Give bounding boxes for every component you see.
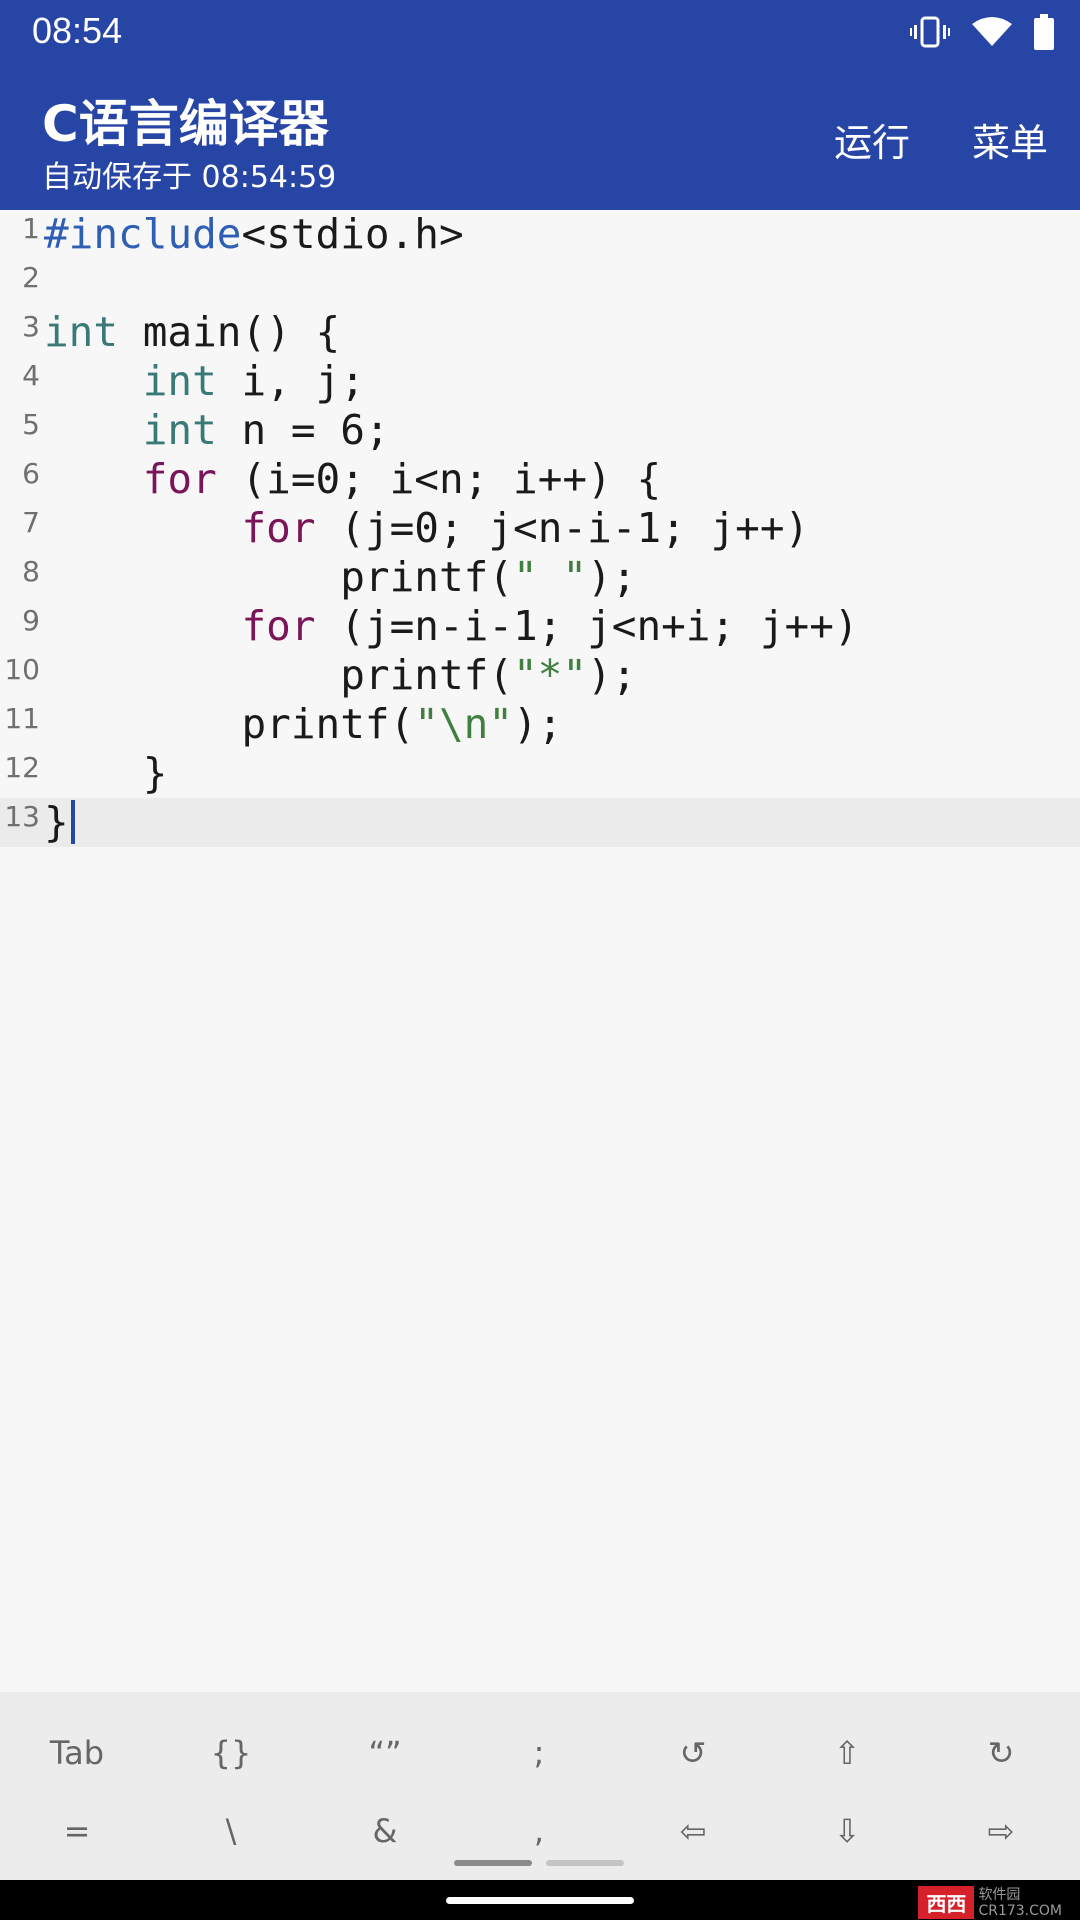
code-text: } <box>44 749 168 797</box>
navigation-bar: 西西 软件园 CR173.COM <box>0 1880 1080 1920</box>
undo-icon[interactable]: ↺ <box>616 1718 770 1788</box>
code-editor[interactable]: 1 #include<stdio.h> 2 3 int main() { 4 i… <box>0 210 1080 1692</box>
autosave-status: 自动保存于 08:54:59 <box>42 160 337 195</box>
arrow-left-icon[interactable]: ⇦ <box>616 1796 770 1866</box>
key-quotes[interactable]: “” <box>308 1718 462 1788</box>
line-number: 5 <box>22 408 40 441</box>
key-ampersand[interactable]: & <box>308 1796 462 1866</box>
code-text: for (i=0; i<n; i++) { <box>142 455 662 503</box>
battery-icon <box>1034 14 1054 50</box>
vibrate-icon <box>910 16 950 48</box>
key-backslash[interactable]: \ <box>154 1796 308 1866</box>
line-number: 11 <box>4 702 40 735</box>
symbol-keybar: Tab {} “” ; ↺ ⇧ ↻ = \ & , ⇦ ⇩ ⇨ <box>0 1692 1080 1880</box>
code-line: 1 #include<stdio.h> <box>0 210 1080 259</box>
arrow-up-icon[interactable]: ⇧ <box>770 1718 924 1788</box>
page-indicator-active <box>454 1860 532 1866</box>
line-number: 1 <box>22 212 40 245</box>
line-number: 6 <box>22 457 40 490</box>
code-line: 11 printf("\n"); <box>0 700 1080 749</box>
code-text: printf("*"); <box>44 651 637 699</box>
arrow-down-icon[interactable]: ⇩ <box>770 1796 924 1866</box>
app-title: C语言编译器 <box>42 95 329 153</box>
code-text: printf("\n"); <box>44 700 563 748</box>
key-braces[interactable]: {} <box>154 1718 308 1788</box>
line-number: 2 <box>22 261 40 294</box>
key-comma[interactable]: , <box>462 1796 616 1866</box>
code-line: 9 for (j=n-i-1; j<n+i; j++) <box>0 602 1080 651</box>
key-tab[interactable]: Tab <box>0 1718 154 1788</box>
line-number: 9 <box>22 604 40 637</box>
code-line: 7 for (j=0; j<n-i-1; j++) <box>0 504 1080 553</box>
code-text: int i, j; <box>142 357 365 405</box>
code-line: 3 int main() { <box>0 308 1080 357</box>
run-button[interactable]: 运行 <box>834 112 910 167</box>
line-number: 10 <box>4 653 40 686</box>
code-text: } <box>44 798 75 847</box>
redo-icon[interactable]: ↻ <box>924 1718 1078 1788</box>
key-semicolon[interactable]: ; <box>462 1718 616 1788</box>
watermark-text: 软件园 <box>978 1886 1021 1903</box>
code-line: 10 printf("*"); <box>0 651 1080 700</box>
status-icons <box>910 12 1054 52</box>
page-indicator-inactive <box>546 1860 624 1866</box>
arrow-right-icon[interactable]: ⇨ <box>924 1796 1078 1866</box>
line-number: 12 <box>4 751 40 784</box>
code-line: 8 printf(" "); <box>0 553 1080 602</box>
code-line: 12 } <box>0 749 1080 798</box>
status-bar: 08:54 <box>0 0 1080 64</box>
watermark-badge: 西西 <box>918 1886 975 1919</box>
home-gesture-pill[interactable] <box>446 1897 634 1904</box>
code-text: printf(" "); <box>44 553 637 601</box>
watermark-domain: CR173.COM <box>978 1902 1062 1919</box>
key-equals[interactable]: = <box>0 1796 154 1866</box>
line-number: 3 <box>22 310 40 343</box>
code-line: 2 <box>0 259 1080 308</box>
line-number: 7 <box>22 506 40 539</box>
line-number: 4 <box>22 359 40 392</box>
line-number: 13 <box>4 800 40 833</box>
code-text: int main() { <box>44 308 341 356</box>
code-line: 6 for (i=0; i<n; i++) { <box>0 455 1080 504</box>
code-text: #include<stdio.h> <box>44 210 464 258</box>
wifi-icon <box>972 17 1012 46</box>
text-cursor <box>70 800 75 844</box>
status-time: 08:54 <box>32 10 123 51</box>
code-line-current: 13 } <box>0 798 1080 847</box>
app-bar: C语言编译器 自动保存于 08:54:59 运行 菜单 <box>0 64 1080 210</box>
code-text: for (j=0; j<n-i-1; j++) <box>241 504 810 552</box>
code-text: for (j=n-i-1; j<n+i; j++) <box>241 602 859 650</box>
code-line: 5 int n = 6; <box>0 406 1080 455</box>
code-text: int n = 6; <box>142 406 390 454</box>
watermark: 西西 软件园 CR173.COM <box>918 1886 1062 1919</box>
code-line: 4 int i, j; <box>0 357 1080 406</box>
line-number: 8 <box>22 555 40 588</box>
menu-button[interactable]: 菜单 <box>972 112 1048 167</box>
